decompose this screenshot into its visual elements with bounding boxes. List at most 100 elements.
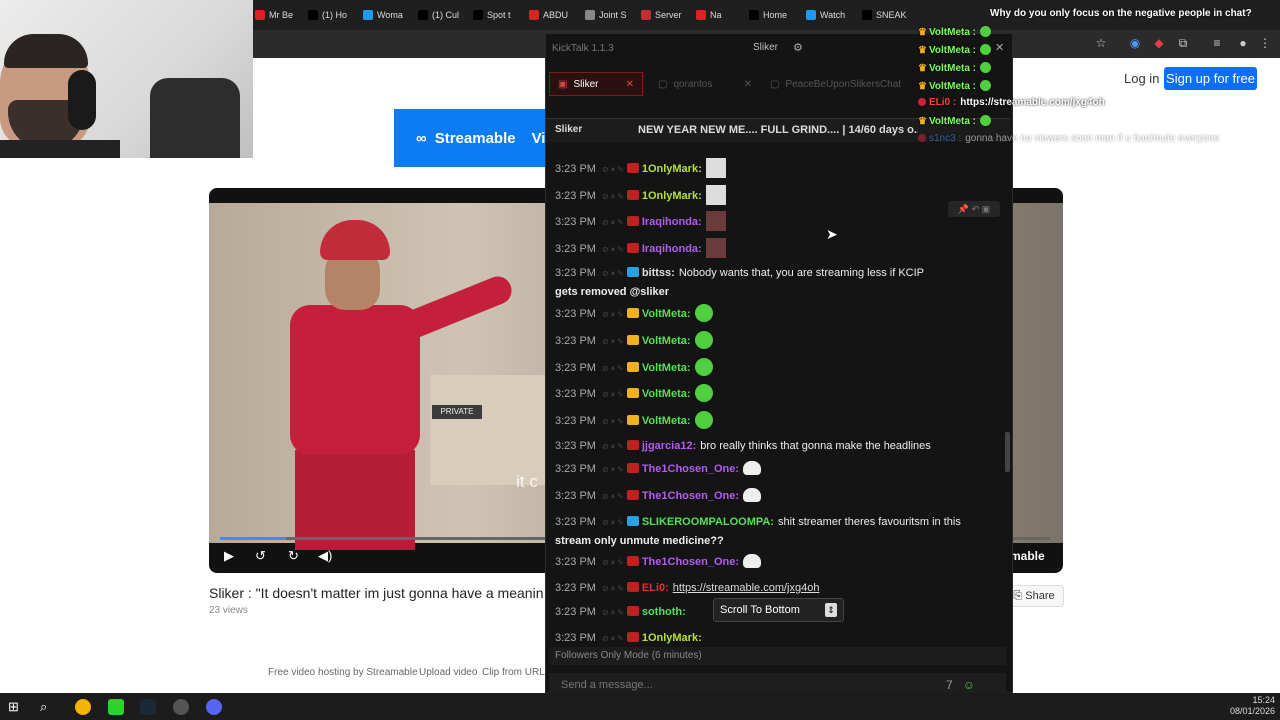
close-icon[interactable]: ✕ <box>995 41 1004 54</box>
message-username[interactable]: 1OnlyMark: <box>642 190 702 202</box>
more-menu-icon[interactable]: ⋮ <box>1258 36 1272 50</box>
windows-start-icon[interactable]: ⊞ <box>8 699 24 715</box>
chat-message[interactable]: 3:23 PM ⊘ ⏸ ✎ jjgarcia12: bro really thinks… <box>555 437 1005 456</box>
seventv-icon[interactable]: 7 <box>946 678 953 692</box>
browser-tab[interactable]: (1) Ho <box>308 4 360 26</box>
bookmark-star-icon[interactable]: ☆ <box>1094 36 1108 50</box>
browser-tab[interactable]: Mr Be <box>255 4 307 26</box>
message-username[interactable]: SLIKEROOMPALOOMPA: <box>642 516 774 528</box>
chat-message[interactable]: 3:23 PM ⊘ ⏸ ✎ 1OnlyMark: <box>555 629 1005 648</box>
browser-tab[interactable]: ABDU <box>529 4 581 26</box>
chat-message[interactable]: 3:23 PM ⊘ ⏸ ✎ Iraqihonda: <box>555 211 1005 232</box>
mod-action-icons[interactable]: ⊘ ⏸ ✎ <box>602 337 624 346</box>
message-tools[interactable]: 📌 ↶ ▣ <box>948 201 1000 217</box>
steam-icon[interactable] <box>140 699 156 715</box>
message-username[interactable]: VoltMeta: <box>642 335 691 347</box>
browser-tab[interactable]: Na <box>696 4 748 26</box>
chat-message[interactable]: 3:23 PM ⊘ ⏸ ✎ The1Chosen_One: <box>555 487 1005 506</box>
chat-tab-qorantos[interactable]: ▢ qorantos ✕ <box>650 72 760 96</box>
mod-action-icons[interactable]: ⊘ ⏸ ✎ <box>602 518 624 527</box>
footer-link-clip[interactable]: Clip from URL <box>482 667 545 678</box>
chat-message[interactable]: 3:23 PM ⊘ ⏸ ✎ VoltMeta: <box>555 358 1005 378</box>
current-user[interactable]: Sliker <box>753 42 778 53</box>
message-username[interactable]: ELi0: <box>642 582 669 594</box>
tab-close-icon[interactable]: ✕ <box>626 79 634 90</box>
extensions-puzzle-icon[interactable]: ⧉ <box>1176 36 1190 50</box>
message-username[interactable]: sothoth: <box>642 606 686 618</box>
mod-action-icons[interactable]: ⊘ ⏸ ✎ <box>602 558 624 567</box>
mod-action-icons[interactable]: ⊘ ⏸ ✎ <box>602 417 624 426</box>
mod-action-icons[interactable]: ⊘ ⏸ ✎ <box>602 269 624 278</box>
message-username[interactable]: VoltMeta: <box>642 388 691 400</box>
message-username[interactable]: Iraqihonda: <box>642 216 702 228</box>
message-username[interactable]: Iraqihonda: <box>642 243 702 255</box>
chat-message[interactable]: 3:23 PM ⊘ ⏸ ✎ 1OnlyMark: <box>555 158 1005 179</box>
profile-icon[interactable]: ● <box>1236 36 1250 50</box>
mod-action-icons[interactable]: ⊘ ⏸ ✎ <box>602 364 624 373</box>
search-icon[interactable]: ⌕ <box>40 699 56 715</box>
kick-app-icon[interactable] <box>108 699 124 715</box>
settings-gear-icon[interactable]: ⚙ <box>793 41 803 54</box>
chat-message[interactable]: 3:23 PM ⊘ ⏸ ✎ bittss: Nobody wants that, yo… <box>555 264 1005 301</box>
volume-icon[interactable]: ◀) <box>318 548 332 564</box>
message-username[interactable]: jjgarcia12: <box>642 440 696 452</box>
chat-message[interactable]: 3:23 PM ⊘ ⏸ ✎ ELi0: https://streamable.com/… <box>555 579 1005 598</box>
discord-icon[interactable] <box>206 699 222 715</box>
footer-link-hosting[interactable]: Free video hosting by Streamable <box>268 667 418 678</box>
extension-icon[interactable]: ◆ <box>1152 36 1166 50</box>
signup-button[interactable]: Sign up for free <box>1164 67 1257 90</box>
browser-tab[interactable]: Woma <box>363 4 415 26</box>
menu-lines-icon[interactable]: ≡ <box>1210 36 1224 50</box>
message-username[interactable]: 1OnlyMark: <box>642 632 702 644</box>
obs-icon[interactable] <box>173 699 189 715</box>
stream-name[interactable]: Sliker <box>555 124 582 135</box>
mod-action-icons[interactable]: ⊘ ⏸ ✎ <box>602 584 624 593</box>
mod-action-icons[interactable]: ⊘ ⏸ ✎ <box>602 245 624 254</box>
chrome-icon[interactable] <box>75 699 91 715</box>
message-username[interactable]: The1Chosen_One: <box>642 490 739 502</box>
message-username[interactable]: 1OnlyMark: <box>642 163 702 175</box>
browser-tab[interactable]: Home <box>749 4 801 26</box>
scroll-to-bottom-button[interactable]: Scroll To Bottom ⇕ <box>713 598 844 622</box>
mod-action-icons[interactable]: ⊘ ⏸ ✎ <box>602 192 624 201</box>
rewind-icon[interactable]: ↺ <box>255 548 266 564</box>
browser-tab[interactable]: Watch <box>806 4 858 26</box>
chat-message[interactable]: 3:23 PM ⊘ ⏸ ✎ 1OnlyMark: <box>555 185 1005 206</box>
message-username[interactable]: bittss: <box>642 267 675 279</box>
mod-action-icons[interactable]: ⊘ ⏸ ✎ <box>602 218 624 227</box>
forward-icon[interactable]: ↻ <box>288 548 299 564</box>
mod-action-icons[interactable]: ⊘ ⏸ ✎ <box>602 634 624 643</box>
chat-message[interactable]: 3:23 PM ⊘ ⏸ ✎ Iraqihonda: <box>555 238 1005 259</box>
footer-link-upload[interactable]: Upload video <box>419 667 477 678</box>
chat-message[interactable]: 3:23 PM ⊘ ⏸ ✎ VoltMeta: <box>555 331 1005 351</box>
message-username[interactable]: VoltMeta: <box>642 362 691 374</box>
share-button[interactable]: ⎘ Share <box>1004 585 1064 607</box>
media-icon[interactable]: ◉ <box>1128 36 1142 50</box>
message-username[interactable]: VoltMeta: <box>642 308 691 320</box>
chat-message[interactable]: 3:23 PM ⊘ ⏸ ✎ The1Chosen_One: <box>555 553 1005 572</box>
browser-tab[interactable]: Server <box>641 4 693 26</box>
streamable-banner[interactable]: ∞ Streamable Vi <box>394 109 546 167</box>
emote-picker-icon[interactable]: ☺ <box>963 678 975 692</box>
login-link[interactable]: Log in <box>1124 71 1159 86</box>
browser-tab[interactable]: SNEAK <box>862 4 914 26</box>
mod-action-icons[interactable]: ⊘ ⏸ ✎ <box>602 465 624 474</box>
chat-scrollbar[interactable] <box>1005 432 1010 472</box>
message-username[interactable]: The1Chosen_One: <box>642 463 739 475</box>
chat-message[interactable]: 3:23 PM ⊘ ⏸ ✎ The1Chosen_One: <box>555 460 1005 479</box>
mod-action-icons[interactable]: ⊘ ⏸ ✎ <box>602 492 624 501</box>
message-text[interactable]: https://streamable.com/jxg4oh <box>673 582 820 594</box>
chat-message[interactable]: 3:23 PM ⊘ ⏸ ✎ VoltMeta: <box>555 384 1005 404</box>
mod-action-icons[interactable]: ⊘ ⏸ ✎ <box>602 442 624 451</box>
browser-tab[interactable]: Joint S <box>585 4 637 26</box>
mod-action-icons[interactable]: ⊘ ⏸ ✎ <box>602 310 624 319</box>
message-username[interactable]: The1Chosen_One: <box>642 556 739 568</box>
tab-close-icon[interactable]: ✕ <box>744 79 752 90</box>
mod-action-icons[interactable]: ⊘ ⏸ ✎ <box>602 390 624 399</box>
chat-message[interactable]: 3:23 PM ⊘ ⏸ ✎ VoltMeta: <box>555 304 1005 324</box>
chat-tab-peace[interactable]: ▢ PeaceBeUponSlikersChat <box>762 72 912 96</box>
chat-message[interactable]: 3:23 PM ⊘ ⏸ ✎ VoltMeta: <box>555 411 1005 431</box>
input-icons[interactable]: 7 ☺ <box>946 678 975 692</box>
message-username[interactable]: VoltMeta: <box>642 415 691 427</box>
mod-action-icons[interactable]: ⊘ ⏸ ✎ <box>602 608 624 617</box>
